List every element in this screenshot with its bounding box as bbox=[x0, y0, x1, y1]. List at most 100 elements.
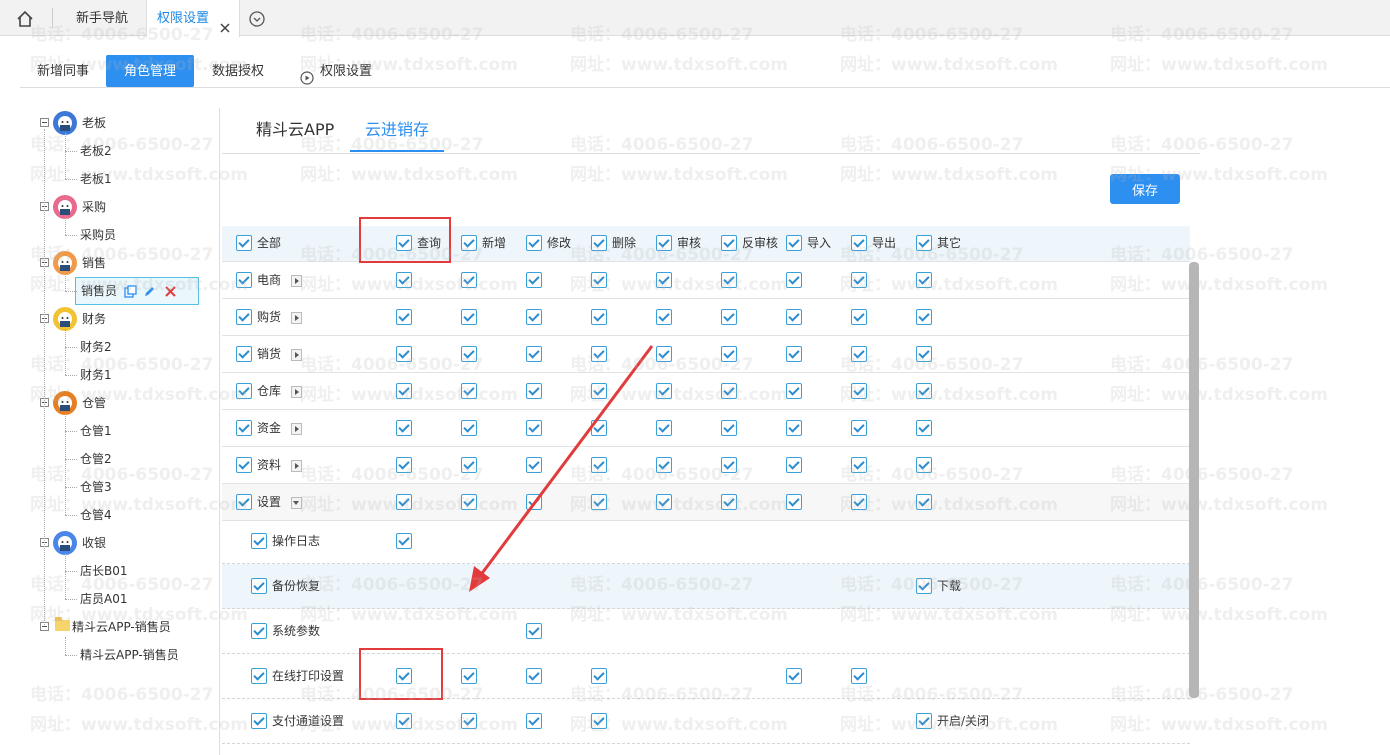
permission-checkbox[interactable] bbox=[461, 383, 477, 399]
chevron-down-icon[interactable] bbox=[248, 10, 266, 28]
permission-checkbox[interactable] bbox=[396, 309, 412, 325]
sub-item-checkbox[interactable] bbox=[251, 578, 267, 594]
permission-checkbox[interactable] bbox=[461, 272, 477, 288]
permission-checkbox[interactable] bbox=[656, 309, 672, 325]
permission-checkbox[interactable] bbox=[916, 383, 932, 399]
tab-jingdouyun-app[interactable]: 精斗云APP bbox=[256, 120, 340, 152]
caret-right-icon[interactable] bbox=[291, 275, 302, 287]
subnav-data-authorization[interactable]: 数据授权 bbox=[202, 55, 274, 87]
permission-checkbox[interactable] bbox=[526, 494, 542, 510]
permission-checkbox[interactable] bbox=[396, 383, 412, 399]
permission-checkbox[interactable] bbox=[916, 309, 932, 325]
copy-icon[interactable] bbox=[124, 285, 137, 298]
module-checkbox[interactable] bbox=[236, 272, 252, 288]
permission-checkbox[interactable] bbox=[721, 494, 737, 510]
permission-checkbox[interactable] bbox=[591, 494, 607, 510]
tree-node-2[interactable]: 采购 bbox=[20, 195, 210, 219]
permission-checkbox[interactable] bbox=[461, 420, 477, 436]
permission-checkbox[interactable] bbox=[656, 383, 672, 399]
permission-checkbox[interactable] bbox=[851, 494, 867, 510]
checkbox-column-6[interactable] bbox=[721, 235, 737, 251]
tree-leaf[interactable]: 财务2 bbox=[80, 336, 112, 358]
permission-checkbox[interactable] bbox=[656, 346, 672, 362]
tree-leaf[interactable]: 采购员 bbox=[80, 224, 116, 246]
save-button[interactable]: 保存 bbox=[1110, 174, 1180, 204]
checkbox-column-7[interactable] bbox=[786, 235, 802, 251]
permission-checkbox[interactable] bbox=[916, 457, 932, 473]
permission-checkbox[interactable] bbox=[396, 457, 412, 473]
checkbox-column-2[interactable] bbox=[461, 235, 477, 251]
permission-checkbox[interactable] bbox=[396, 346, 412, 362]
extra-checkbox[interactable] bbox=[916, 713, 932, 729]
subnav-add-colleague[interactable]: 新增同事 bbox=[28, 55, 98, 87]
permission-checkbox[interactable] bbox=[526, 457, 542, 473]
permission-checkbox[interactable] bbox=[656, 457, 672, 473]
tree-leaf[interactable]: 老板1 bbox=[80, 168, 112, 190]
module-checkbox[interactable] bbox=[236, 420, 252, 436]
tab-guide[interactable]: 新手导航 bbox=[60, 0, 144, 36]
permission-checkbox[interactable] bbox=[656, 272, 672, 288]
permission-checkbox[interactable] bbox=[851, 668, 867, 684]
checkbox-column-3[interactable] bbox=[526, 235, 542, 251]
permission-checkbox[interactable] bbox=[461, 309, 477, 325]
tree-leaf[interactable]: 店长B01 bbox=[80, 560, 128, 582]
permission-checkbox[interactable] bbox=[656, 494, 672, 510]
permission-checkbox[interactable] bbox=[526, 309, 542, 325]
permission-checkbox[interactable] bbox=[526, 420, 542, 436]
tree-leaf[interactable]: 店员A01 bbox=[80, 588, 127, 610]
scrollbar[interactable] bbox=[1189, 262, 1199, 698]
tree-node-4[interactable]: 财务 bbox=[20, 307, 210, 331]
subnav-permission-settings[interactable]: 权限设置 bbox=[300, 55, 384, 87]
permission-checkbox[interactable] bbox=[656, 420, 672, 436]
permission-checkbox[interactable] bbox=[786, 420, 802, 436]
permission-checkbox[interactable] bbox=[591, 346, 607, 362]
tree-node-7[interactable]: 精斗云APP-销售员 bbox=[20, 616, 210, 638]
caret-right-icon[interactable] bbox=[291, 423, 302, 435]
sub-item-checkbox[interactable] bbox=[251, 713, 267, 729]
permission-checkbox[interactable] bbox=[851, 457, 867, 473]
tree-node-1[interactable]: 老板 bbox=[20, 111, 210, 135]
permission-checkbox[interactable] bbox=[396, 713, 412, 729]
permission-checkbox[interactable] bbox=[591, 272, 607, 288]
permission-checkbox[interactable] bbox=[396, 533, 412, 549]
home-icon[interactable] bbox=[14, 8, 36, 30]
close-icon[interactable] bbox=[219, 12, 231, 33]
caret-right-icon[interactable] bbox=[291, 312, 302, 324]
checkbox-column-1[interactable] bbox=[396, 235, 412, 251]
permission-checkbox[interactable] bbox=[396, 668, 412, 684]
tree-leaf[interactable]: 仓管3 bbox=[80, 476, 112, 498]
permission-checkbox[interactable] bbox=[786, 383, 802, 399]
permission-checkbox[interactable] bbox=[851, 383, 867, 399]
sub-item-checkbox[interactable] bbox=[251, 668, 267, 684]
permission-checkbox[interactable] bbox=[786, 668, 802, 684]
permission-checkbox[interactable] bbox=[461, 457, 477, 473]
collapse-icon[interactable] bbox=[40, 118, 49, 127]
permission-checkbox[interactable] bbox=[851, 309, 867, 325]
permission-checkbox[interactable] bbox=[396, 420, 412, 436]
module-checkbox[interactable] bbox=[236, 346, 252, 362]
permission-checkbox[interactable] bbox=[786, 494, 802, 510]
permission-checkbox[interactable] bbox=[721, 383, 737, 399]
tree-leaf[interactable]: 仓管4 bbox=[80, 504, 112, 526]
tree-node-6[interactable]: 收银 bbox=[20, 531, 210, 555]
permission-checkbox[interactable] bbox=[526, 668, 542, 684]
permission-checkbox[interactable] bbox=[591, 713, 607, 729]
permission-checkbox[interactable] bbox=[526, 623, 542, 639]
permission-checkbox[interactable] bbox=[721, 309, 737, 325]
permission-checkbox[interactable] bbox=[591, 457, 607, 473]
permission-checkbox[interactable] bbox=[851, 272, 867, 288]
tree-leaf[interactable]: 精斗云APP-销售员 bbox=[80, 644, 179, 666]
delete-icon[interactable] bbox=[164, 285, 177, 298]
permission-checkbox[interactable] bbox=[461, 346, 477, 362]
permission-checkbox[interactable] bbox=[591, 420, 607, 436]
permission-checkbox[interactable] bbox=[526, 713, 542, 729]
edit-icon[interactable] bbox=[143, 285, 156, 298]
permission-checkbox[interactable] bbox=[461, 713, 477, 729]
tree-leaf[interactable]: 财务1 bbox=[80, 364, 112, 386]
caret-right-icon[interactable] bbox=[291, 460, 302, 472]
subnav-role-management[interactable]: 角色管理 bbox=[106, 55, 194, 87]
permission-checkbox[interactable] bbox=[786, 346, 802, 362]
permission-checkbox[interactable] bbox=[916, 494, 932, 510]
permission-checkbox[interactable] bbox=[461, 494, 477, 510]
caret-right-icon[interactable] bbox=[291, 386, 302, 398]
